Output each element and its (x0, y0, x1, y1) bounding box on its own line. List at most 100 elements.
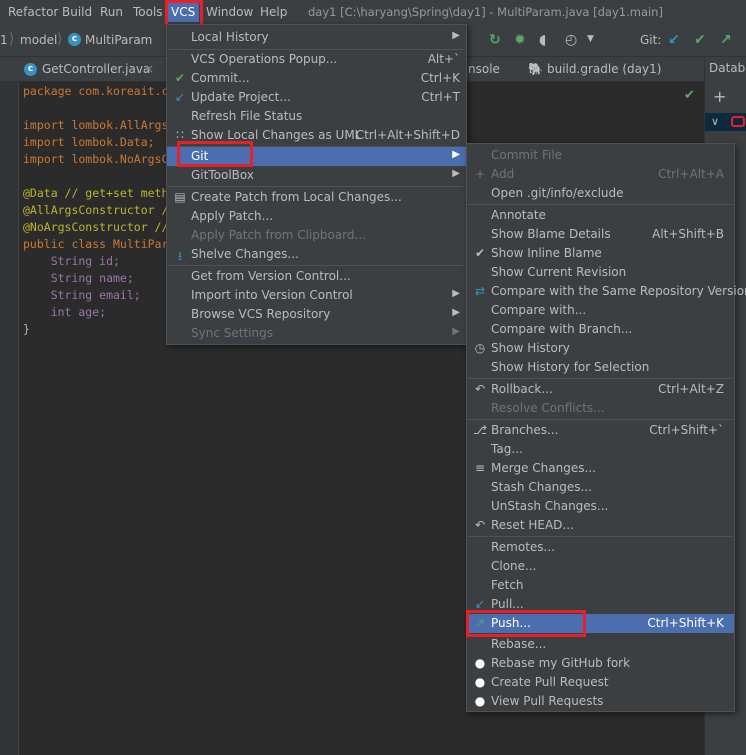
debug-icon[interactable]: ✹ (514, 32, 526, 48)
code-line-13: String email; (23, 288, 141, 302)
code-line-4: import lombok.Data; (23, 135, 155, 149)
menu-item-resolve-conflicts: Resolve Conflicts... (491, 401, 605, 415)
menu-item-show-inline-blame[interactable]: ✔ Show Inline Blame (467, 244, 734, 263)
reset-icon: ↶ (474, 518, 486, 532)
menu-item-commit[interactable]: ✔ Commit... Ctrl+K (167, 69, 466, 88)
menu-item-annotate[interactable]: Annotate (467, 206, 734, 225)
menu-item-get-from-vcs[interactable]: Get from Version Control... (167, 267, 466, 286)
github-icon: ● (474, 675, 486, 689)
code-line-5-text: import lombok.NoArgsC (23, 152, 169, 166)
vcs-menu: Local History ▶ VCS Operations Popup... Al… (166, 24, 467, 345)
menu-item-local-history[interactable]: Local History ▶ (167, 28, 466, 47)
menu-run[interactable]: Run (100, 5, 123, 19)
menu-item-show-current-revision[interactable]: Show Current Revision (467, 263, 734, 282)
menu-item-rollback[interactable]: ↶ Rollback... Ctrl+Alt+Z (467, 380, 734, 399)
github-icon: ● (474, 694, 486, 708)
code-line-9: @NoArgsConstructor // (23, 220, 169, 234)
code-line-12: String name; (23, 271, 134, 285)
tab-build-gradle[interactable]: build.gradle (day1) (547, 62, 661, 76)
code-line-3: import lombok.AllArgs (23, 118, 168, 132)
add-icon: + (474, 167, 486, 181)
code-line-5: import lombok.NoArgsC (23, 152, 168, 166)
menu-item-open-git-exclude[interactable]: Open .git/info/exclude (467, 184, 734, 203)
menu-item-create-pull-request[interactable]: ● Create Pull Request (467, 673, 734, 692)
menu-item-vcs-operations-popup[interactable]: VCS Operations Popup... Alt+` (167, 50, 466, 69)
gradle-icon: 🐘 (528, 62, 543, 76)
clock-icon: ◷ (474, 341, 486, 355)
dropdown-icon[interactable]: ▼ (587, 34, 594, 44)
menu-item-commit-file: Commit File (491, 148, 563, 162)
menu-item-show-blame-details[interactable]: Show Blame Details Alt+Shift+B (467, 225, 734, 244)
menu-help[interactable]: Help (260, 5, 287, 19)
menu-item-tag[interactable]: Tag... (467, 440, 734, 459)
git-highlight-box (177, 141, 253, 167)
submenu-arrow-icon: ▶ (452, 288, 460, 299)
menu-item-view-pull-requests[interactable]: ● View Pull Requests (467, 692, 734, 711)
push-highlight-box (466, 610, 586, 637)
menu-item-update-project[interactable]: ↙ Update Project... Ctrl+T (167, 88, 466, 107)
menu-item-remotes[interactable]: Remotes... (467, 538, 734, 557)
rerun-icon[interactable]: ↻ (489, 32, 501, 48)
menu-item-compare-same-repo[interactable]: ⇄ Compare with the Same Repository Versio… (467, 282, 746, 301)
close-icon[interactable]: × (144, 62, 154, 76)
breadcrumb-project[interactable]: 1 (0, 33, 8, 47)
inspection-ok-icon: ✔ (684, 88, 695, 103)
check-icon: ✔ (474, 246, 486, 260)
git-commit-icon[interactable]: ✔ (694, 32, 706, 48)
menu-item-stash-changes[interactable]: Stash Changes... (467, 478, 734, 497)
menu-item-reset-head[interactable]: ↶ Reset HEAD... (467, 516, 734, 535)
git-push-icon[interactable]: ↗ (720, 32, 732, 48)
merge-icon: ≡ (474, 461, 486, 475)
breadcrumb-package[interactable]: model (20, 33, 57, 47)
menu-item-import-into-vcs[interactable]: Import into Version Control ▶ (167, 286, 466, 305)
menu-refactor[interactable]: Refactor (8, 5, 58, 19)
code-line-11: String id; (23, 254, 120, 268)
menu-item-browse-vcs-repository[interactable]: Browse VCS Repository ▶ (167, 305, 466, 324)
menu-item-compare-with[interactable]: Compare with... (467, 301, 734, 320)
menu-tools[interactable]: Tools (133, 5, 163, 19)
uml-icon: ∷ (176, 128, 184, 142)
check-icon: ✔ (174, 71, 186, 85)
editor-gutter (0, 82, 19, 755)
menu-item-show-history[interactable]: ◷ Show History (467, 339, 734, 358)
submenu-arrow-icon: ▶ (452, 326, 460, 337)
pull-arrow-icon: ↙ (474, 597, 486, 611)
menu-item-clone[interactable]: Clone... (467, 557, 734, 576)
menu-item-shelve-changes[interactable]: ⭳ Shelve Changes... (167, 245, 466, 264)
menu-item-branches[interactable]: ⎇ Branches... Ctrl+Shift+` (467, 421, 734, 440)
menu-item-gittoolbox[interactable]: GitToolBox ▶ (167, 166, 466, 185)
menu-item-refresh-file-status[interactable]: Refresh File Status (167, 107, 466, 126)
class-icon: c (68, 33, 81, 46)
menu-item-fetch[interactable]: Fetch (467, 576, 734, 595)
menu-item-rebase-github-fork[interactable]: ● Rebase my GitHub fork (467, 654, 734, 673)
profiler-icon[interactable]: ◴ (565, 32, 577, 48)
code-line-7: @Data // get+set meth (23, 186, 169, 200)
menu-item-apply-patch-clipboard: Apply Patch from Clipboard... (191, 228, 366, 242)
window-title: day1 [C:\haryang\Spring\day1] - MultiPar… (308, 5, 663, 19)
git-update-icon[interactable]: ↙ (668, 32, 680, 48)
menu-item-create-patch[interactable]: ▤ Create Patch from Local Changes... (167, 188, 466, 207)
menu-window[interactable]: Window (206, 5, 253, 19)
menu-item-unstash-changes[interactable]: UnStash Changes... (467, 497, 734, 516)
menu-item-sync-settings: Sync Settings ▶ (191, 326, 460, 340)
breadcrumb-class[interactable]: MultiParam (85, 33, 152, 47)
github-icon: ● (474, 656, 486, 670)
submenu-arrow-icon: ▶ (452, 168, 460, 179)
menu-bar: Refactor Build Run Tools VCS Window Help… (0, 0, 746, 24)
menu-item-rebase[interactable]: Rebase... (467, 635, 734, 654)
tab-console[interactable]: nsole (468, 62, 500, 76)
menu-item-compare-with-branch[interactable]: Compare with Branch... (467, 320, 734, 339)
menu-build[interactable]: Build (62, 5, 92, 19)
breadcrumb-separator-icon: ⟩ (9, 31, 15, 47)
coverage-icon[interactable]: ◖ (539, 32, 546, 48)
chevron-down-icon[interactable]: ∨ (711, 115, 719, 128)
menu-item-merge-changes[interactable]: ≡ Merge Changes... (467, 459, 734, 478)
code-line-4-text: import lombok.Data; (23, 135, 155, 149)
menu-item-apply-patch[interactable]: Apply Patch... (167, 207, 466, 226)
submenu-arrow-icon: ▶ (452, 149, 460, 160)
compare-icon: ⇄ (474, 284, 486, 298)
tab-getcontroller[interactable]: GetController.java (42, 62, 150, 76)
menu-item-show-history-selection[interactable]: Show History for Selection (467, 358, 734, 377)
add-icon[interactable]: + (713, 87, 726, 106)
database-panel-title: Databa (709, 61, 746, 75)
